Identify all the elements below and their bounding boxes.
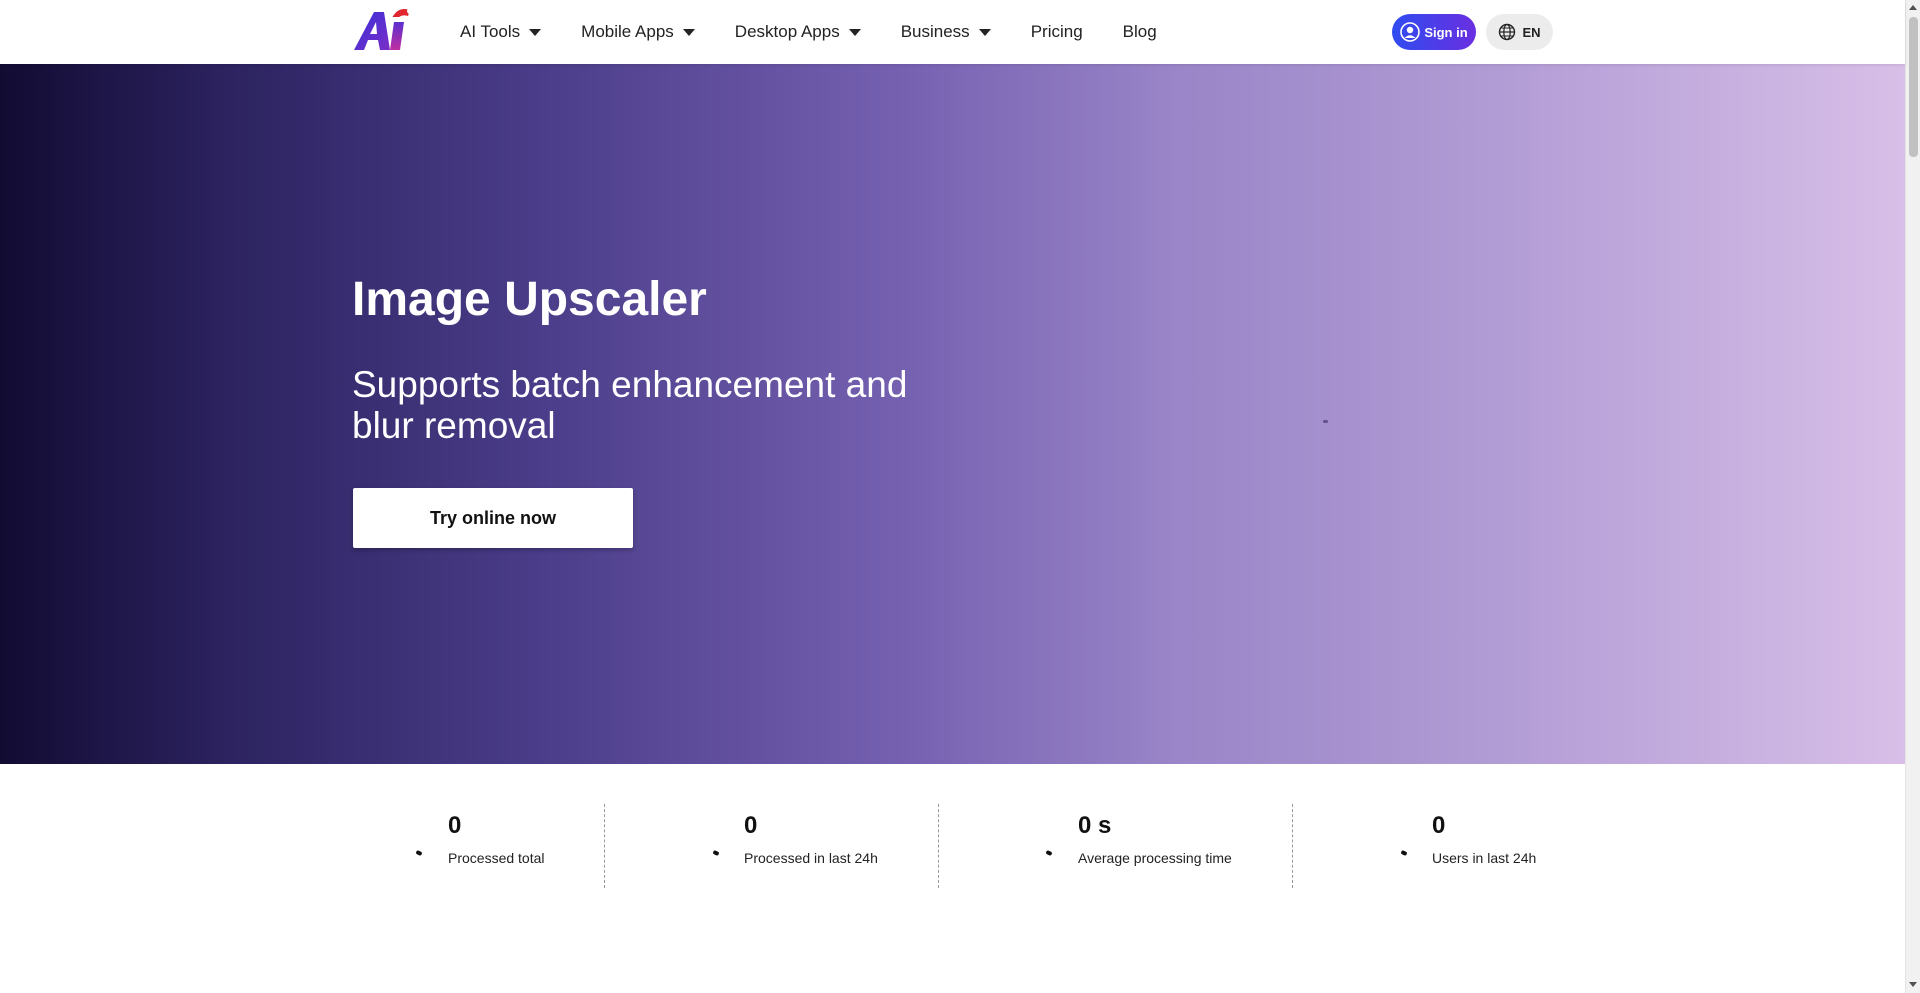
page-scrollbar[interactable]: [1905, 0, 1920, 993]
divider: [938, 804, 939, 888]
nav-business[interactable]: Business: [901, 22, 991, 42]
page-title: Image Upscaler: [352, 273, 707, 326]
stat-value: 0: [448, 812, 462, 839]
nav-mobile-apps-label: Mobile Apps: [581, 22, 674, 41]
stat-label: Average processing time: [1078, 850, 1232, 866]
site-header: AI Tools Mobile Apps Desktop Apps Busine…: [0, 0, 1905, 64]
nav-desktop-apps[interactable]: Desktop Apps: [735, 22, 861, 42]
caret-down-icon: [848, 29, 861, 36]
nav-blog[interactable]: Blog: [1123, 22, 1157, 42]
nav-mobile-apps[interactable]: Mobile Apps: [581, 22, 695, 42]
caret-down-icon: [529, 29, 542, 36]
scroll-thumb[interactable]: [1909, 17, 1918, 157]
nav-blog-label: Blog: [1122, 22, 1157, 41]
stats-section: 0 Processed total 0 Processed in last 24…: [0, 764, 1905, 993]
scroll-down-arrow-icon[interactable]: [1909, 982, 1917, 987]
nav-pricing-label: Pricing: [1030, 22, 1083, 41]
divider: [604, 804, 605, 888]
hero-subtitle: Supports batch enhancement and blur remo…: [352, 364, 908, 446]
language-label: EN: [1522, 24, 1541, 40]
sign-in-button[interactable]: Sign in: [1392, 14, 1476, 50]
stat-label: Users in last 24h: [1432, 850, 1537, 866]
stat-users-24h: 0 Users in last 24h: [1432, 812, 1536, 866]
user-icon: [1400, 22, 1421, 42]
scroll-up-arrow-icon[interactable]: [1909, 5, 1917, 10]
stat-average-time: 0 s Average processing time: [1078, 812, 1232, 866]
loading-spinner-icon: [415, 849, 423, 857]
loading-spinner-icon: [712, 849, 720, 857]
loading-spinner-icon: [1323, 420, 1328, 423]
stat-label: Processed in last 24h: [744, 850, 878, 866]
stat-value: 0: [744, 812, 758, 839]
stat-value: 0: [1432, 812, 1446, 839]
globe-icon: [1499, 23, 1516, 41]
try-online-button[interactable]: Try online now: [353, 488, 633, 548]
nav-business-label: Business: [900, 22, 970, 41]
language-selector[interactable]: EN: [1486, 14, 1553, 50]
stat-processed-24h: 0 Processed in last 24h: [744, 812, 878, 866]
nav-ai-tools[interactable]: AI Tools: [460, 22, 542, 42]
stat-processed-total: 0 Processed total: [448, 812, 545, 866]
nav-desktop-apps-label: Desktop Apps: [734, 22, 840, 41]
nav-pricing[interactable]: Pricing: [1031, 22, 1083, 42]
caret-down-icon: [682, 29, 695, 36]
ai-logo-icon[interactable]: [352, 6, 414, 52]
loading-spinner-icon: [1400, 849, 1408, 857]
loading-spinner-icon: [1045, 849, 1053, 857]
main-nav: AI Tools Mobile Apps Desktop Apps Busine…: [460, 0, 1197, 64]
sign-in-label: Sign in: [1424, 24, 1468, 40]
nav-ai-tools-label: AI Tools: [460, 22, 521, 41]
divider: [1292, 804, 1293, 888]
caret-down-icon: [978, 29, 991, 36]
stat-label: Processed total: [448, 850, 545, 866]
stat-value: 0 s: [1078, 812, 1112, 839]
hero-section: Image Upscaler Supports batch enhancemen…: [0, 64, 1905, 764]
